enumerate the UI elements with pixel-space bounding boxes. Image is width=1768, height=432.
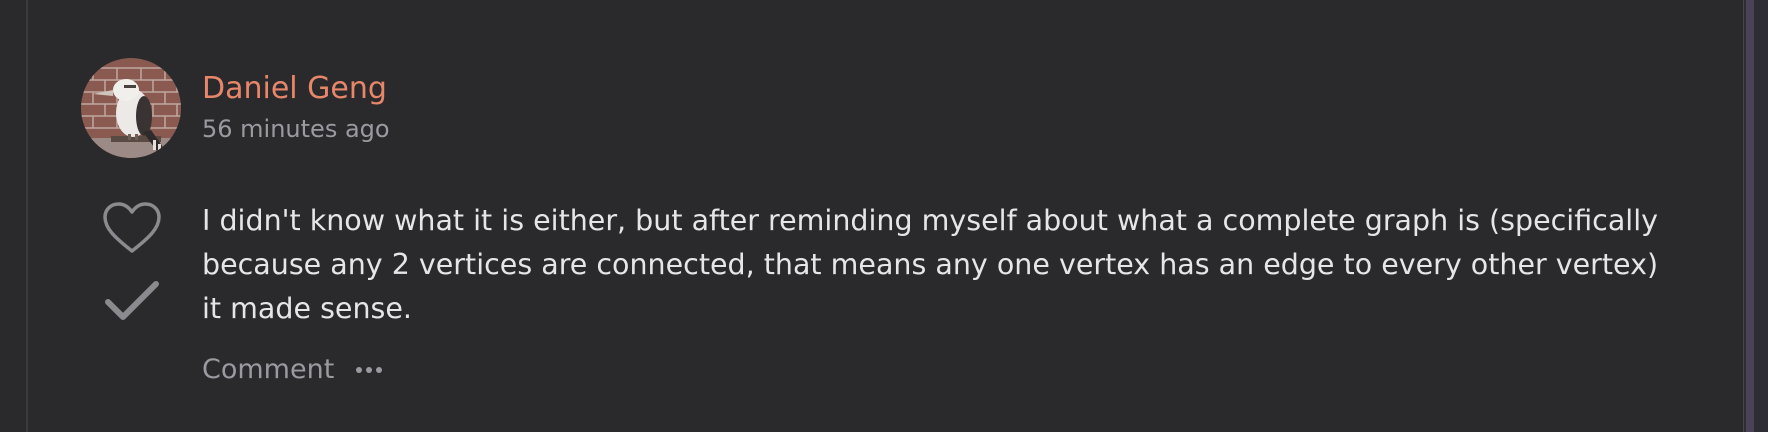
author-name[interactable]: Daniel Geng xyxy=(202,69,387,109)
comment-button[interactable]: Comment xyxy=(202,350,334,390)
ellipsis-icon[interactable] xyxy=(354,365,384,375)
thread-divider xyxy=(26,0,28,432)
comment-body: I didn't know what it is either, but aft… xyxy=(202,204,1659,325)
comment-card: Daniel Geng 56 minutes ago I didn't know… xyxy=(0,0,1768,432)
checkmark-icon[interactable] xyxy=(104,278,160,324)
heart-outline-icon[interactable] xyxy=(100,200,164,256)
comment-timestamp: 56 minutes ago xyxy=(202,115,390,143)
scrollbar-thumb[interactable] xyxy=(1746,0,1754,432)
avatar[interactable] xyxy=(81,58,181,158)
comment-actions: Comment xyxy=(202,350,384,390)
avatar-bird-photo xyxy=(81,58,181,158)
